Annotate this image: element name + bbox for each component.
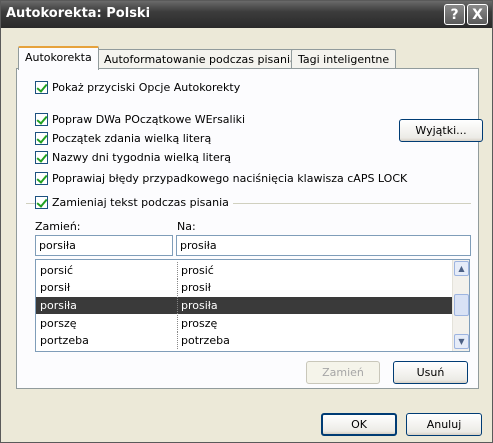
list-item-to: prosił	[177, 279, 211, 296]
replace-text-option[interactable]: Zamieniaj tekst podczas pisania	[35, 196, 233, 209]
replace-to-input[interactable]: prosiła	[176, 235, 471, 256]
caps-lock-label: Poprawiaj błędy przypadkowego naciśnięci…	[52, 172, 408, 185]
list-item[interactable]: portzeba potrzeba	[36, 332, 452, 349]
replacement-list[interactable]: porsić prosić porsił prosił porsiła pros…	[35, 259, 470, 352]
show-buttons-checkbox[interactable]	[35, 81, 48, 94]
replace-from-label: Zamień:	[35, 220, 81, 233]
list-item-from: porsił	[40, 281, 71, 294]
scroll-down-icon[interactable]: ▼	[454, 334, 469, 349]
exceptions-button[interactable]: Wyjątki...	[399, 119, 483, 142]
list-item-to: prosić	[177, 262, 214, 279]
list-item-from: portzeba	[40, 334, 89, 347]
list-item-to: proszę	[177, 315, 217, 332]
delete-button[interactable]: Usuń	[393, 361, 468, 384]
list-item-to: potrzeba	[177, 332, 230, 349]
close-button[interactable]: X	[467, 4, 488, 25]
list-scrollbar[interactable]: ▲ ▼	[452, 260, 469, 351]
day-names-checkbox[interactable]	[35, 151, 48, 164]
replace-from-input[interactable]: porsiła	[35, 235, 173, 256]
tab-tagi-inteligentne[interactable]: Tagi inteligentne	[291, 49, 397, 69]
list-item[interactable]: porszę proszę	[36, 315, 452, 332]
dialog-title: Autokorekta: Polski	[6, 6, 151, 21]
cancel-button[interactable]: Anuluj	[406, 413, 482, 436]
replace-text-checkbox[interactable]	[35, 196, 48, 209]
replace-to-label: Na:	[177, 220, 196, 233]
show-buttons-label: Pokaż przyciski Opcje Autokorekty	[52, 81, 241, 94]
sentence-start-option[interactable]: Początek zdania wielką literą	[35, 132, 211, 145]
scroll-up-icon[interactable]: ▲	[454, 261, 469, 276]
replace-button[interactable]: Zamień	[306, 361, 380, 384]
title-bar[interactable]: Autokorekta: Polski ? X	[1, 1, 492, 28]
list-item-to: prosiła	[177, 297, 218, 314]
two-initial-caps-checkbox[interactable]	[35, 113, 48, 126]
day-names-label: Nazwy dni tygodnia wielką literą	[52, 151, 231, 164]
help-button[interactable]: ?	[444, 4, 465, 25]
list-item-from: porsić	[40, 264, 74, 277]
autocorrect-dialog: Autokorekta: Polski ? X Autokorekta Auto…	[0, 0, 493, 443]
ok-button[interactable]: OK	[321, 413, 397, 436]
list-item[interactable]: porsić prosić	[36, 262, 452, 279]
list-item-from: porszę	[40, 317, 77, 330]
two-initial-caps-option[interactable]: Popraw DWa POczątkowe WErsaliki	[35, 113, 245, 126]
list-item[interactable]: porsił prosił	[36, 279, 452, 296]
sentence-start-label: Początek zdania wielką literą	[52, 132, 212, 145]
tab-autoformatowanie[interactable]: Autoformatowanie podczas pisania	[97, 49, 304, 69]
show-buttons-option[interactable]: Pokaż przyciski Opcje Autokorekty	[35, 81, 240, 94]
scroll-thumb[interactable]	[454, 294, 469, 316]
caps-lock-option[interactable]: Poprawiaj błędy przypadkowego naciśnięci…	[35, 172, 407, 185]
tab-autokorekta[interactable]: Autokorekta	[18, 46, 99, 70]
replace-text-label: Zamieniaj tekst podczas pisania	[52, 196, 229, 209]
sentence-start-checkbox[interactable]	[35, 132, 48, 145]
two-initial-caps-label: Popraw DWa POczątkowe WErsaliki	[52, 113, 246, 126]
caps-lock-checkbox[interactable]	[35, 172, 48, 185]
day-names-option[interactable]: Nazwy dni tygodnia wielką literą	[35, 151, 231, 164]
list-item-selected[interactable]: porsiła prosiła	[36, 297, 452, 314]
list-item-from: porsiła	[40, 299, 77, 312]
